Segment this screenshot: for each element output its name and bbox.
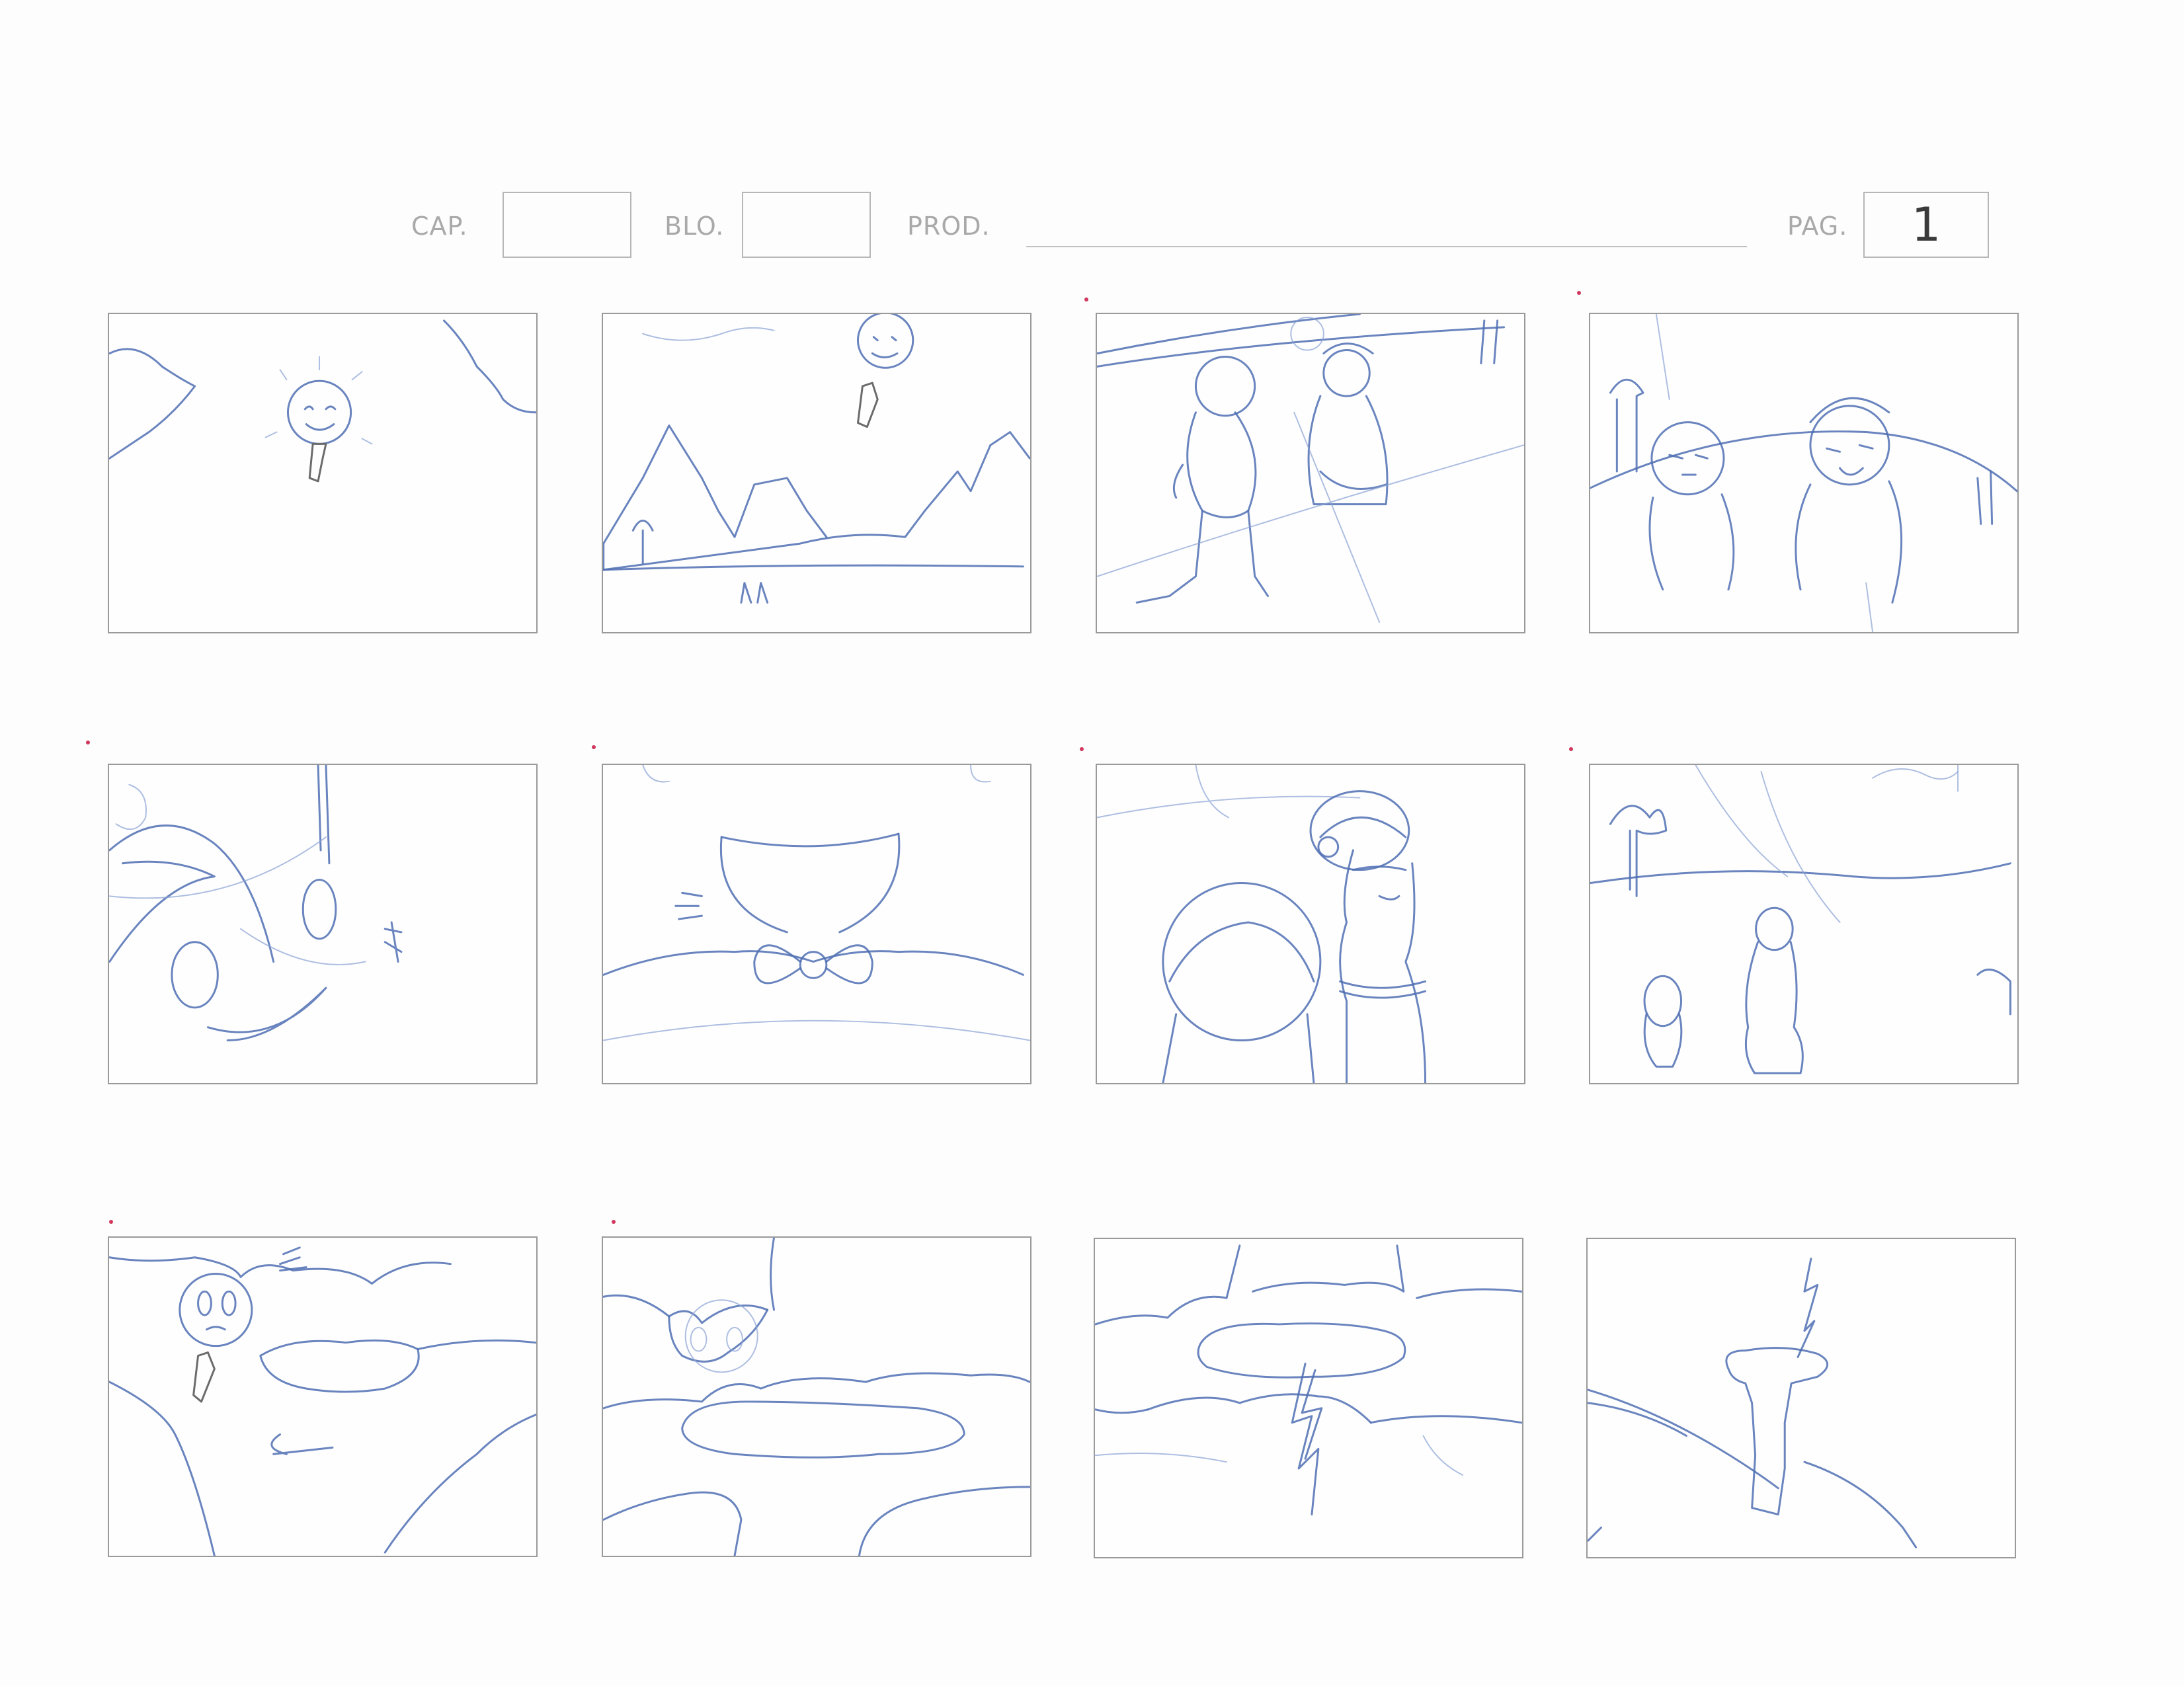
storyboard-panel-1[interactable] bbox=[108, 313, 538, 633]
cap-label: CAP. bbox=[411, 212, 468, 241]
closeup-mouth-and-bowtie-icon bbox=[603, 765, 1030, 1041]
two-characters-closeup-icon bbox=[1097, 765, 1427, 1083]
two-small-characters-with-trees-icon bbox=[1590, 765, 2011, 1074]
two-characters-walking-icon bbox=[1097, 314, 1524, 623]
two-characters-talking-icon bbox=[1590, 314, 2017, 632]
closeup-smiling-face-icon bbox=[109, 765, 403, 1042]
page-number: 1 bbox=[1911, 198, 1941, 252]
prod-label: PROD. bbox=[907, 212, 991, 241]
lightning-from-cloud-icon bbox=[1095, 1244, 1522, 1516]
storyboard-panel-10[interactable] bbox=[602, 1236, 1031, 1557]
lightning-hitting-tree-icon bbox=[1588, 1258, 1918, 1548]
storyboard-panel-2[interactable] bbox=[602, 313, 1031, 633]
storyboard-panel-12[interactable] bbox=[1586, 1238, 2016, 1558]
worried-sun-among-clouds-icon bbox=[109, 1246, 536, 1556]
storyboard-panel-5[interactable] bbox=[108, 764, 538, 1084]
prod-field[interactable] bbox=[1026, 246, 1747, 247]
storyboard-panel-11[interactable] bbox=[1094, 1238, 1523, 1558]
storyboard-panel-6[interactable] bbox=[602, 764, 1031, 1084]
pag-label: PAG. bbox=[1787, 212, 1848, 241]
blo-label: BLO. bbox=[665, 212, 725, 241]
storyboard-panel-4[interactable] bbox=[1589, 313, 2019, 633]
storyboard-panel-7[interactable] bbox=[1096, 764, 1525, 1084]
sun-with-tie-icon bbox=[109, 319, 536, 483]
landscape-with-hills-and-sun-icon bbox=[603, 314, 1030, 604]
storyboard-panel-3[interactable] bbox=[1096, 313, 1525, 633]
storyboard-panel-9[interactable] bbox=[108, 1236, 538, 1557]
sun-over-cloud-icon bbox=[603, 1238, 1030, 1556]
cap-field[interactable] bbox=[503, 192, 631, 258]
storyboard-panel-8[interactable] bbox=[1589, 764, 2019, 1084]
blo-field[interactable] bbox=[742, 192, 871, 258]
